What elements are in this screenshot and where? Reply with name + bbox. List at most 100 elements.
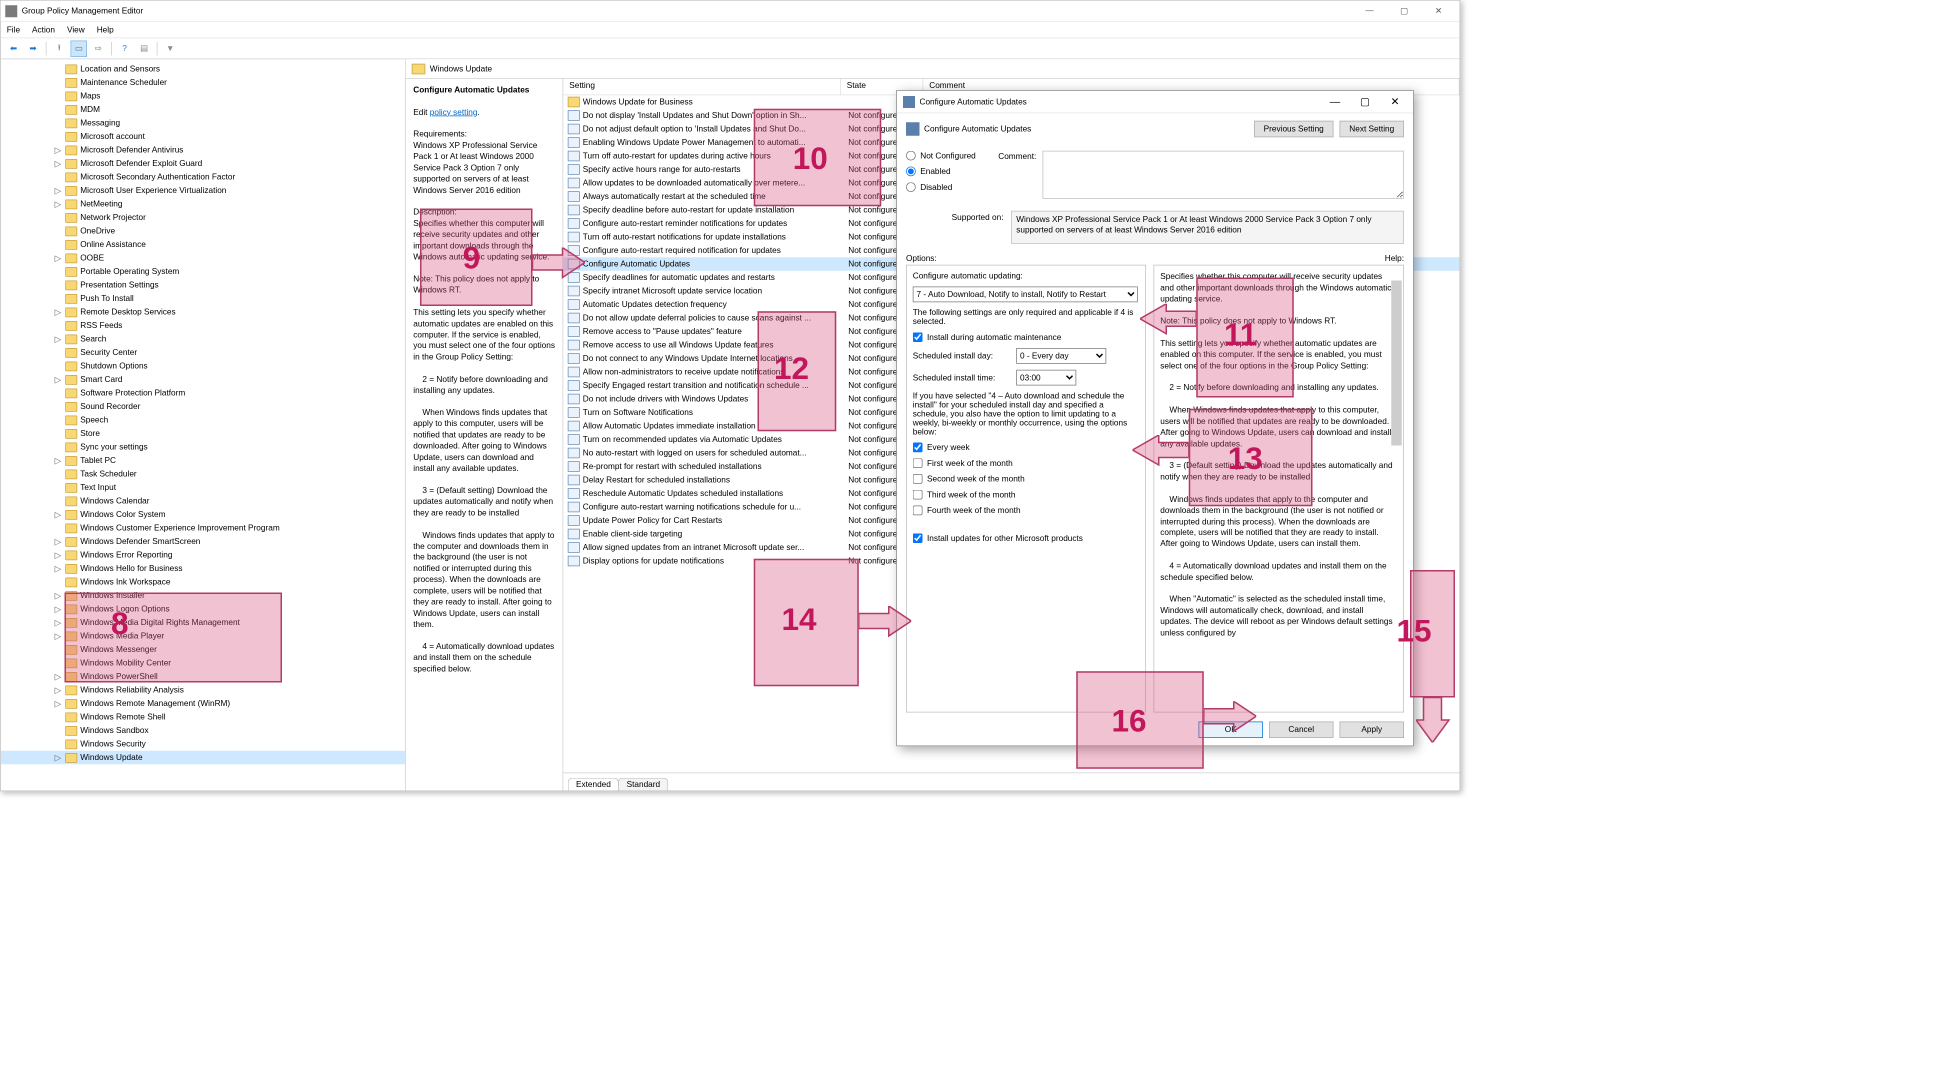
col-setting[interactable]: Setting bbox=[563, 79, 841, 95]
back-button[interactable]: ⬅ bbox=[5, 40, 22, 57]
tree-item[interactable]: Online Assistance bbox=[1, 238, 405, 252]
annotation-13: 13 bbox=[1189, 409, 1313, 507]
tree-item[interactable]: Push To Install bbox=[1, 292, 405, 306]
close-button[interactable]: ✕ bbox=[1422, 6, 1455, 16]
tree-item[interactable]: ▷Search bbox=[1, 332, 405, 346]
tree-item[interactable]: ▷Remote Desktop Services bbox=[1, 305, 405, 319]
annotation-10: 10 bbox=[754, 109, 882, 207]
chk-other-products[interactable]: Install updates for other Microsoft prod… bbox=[913, 533, 1140, 543]
chk-every-week[interactable]: Every week bbox=[913, 443, 1140, 453]
comment-field[interactable] bbox=[1042, 151, 1404, 199]
tree-item[interactable]: Windows Security bbox=[1, 737, 405, 751]
tree-item[interactable]: ▷Windows Hello for Business bbox=[1, 562, 405, 576]
cancel-button[interactable]: Cancel bbox=[1269, 722, 1334, 739]
tree-item[interactable]: Microsoft Secondary Authentication Facto… bbox=[1, 170, 405, 184]
dialog-icon bbox=[903, 96, 915, 108]
previous-setting-button[interactable]: Previous Setting bbox=[1254, 121, 1334, 138]
tree-item[interactable]: Software Protection Platform bbox=[1, 386, 405, 400]
tree-item[interactable]: Presentation Settings bbox=[1, 278, 405, 292]
tree-item[interactable]: Network Projector bbox=[1, 211, 405, 225]
tree-item[interactable]: Windows Customer Experience Improvement … bbox=[1, 521, 405, 535]
install-time-select[interactable]: 03:00 bbox=[1016, 370, 1076, 386]
tree-item[interactable]: Text Input bbox=[1, 481, 405, 495]
menubar: File Action View Help bbox=[1, 22, 1460, 39]
filter-button[interactable]: ▼ bbox=[162, 40, 179, 57]
tree-item[interactable]: Shutdown Options bbox=[1, 359, 405, 373]
apply-button[interactable]: Apply bbox=[1340, 722, 1405, 739]
help-scrollbar[interactable] bbox=[1391, 281, 1402, 446]
install-day-select[interactable]: 0 - Every day bbox=[1016, 348, 1106, 364]
dialog-maximize[interactable]: ▢ bbox=[1350, 95, 1380, 108]
tree-item[interactable]: Store bbox=[1, 427, 405, 441]
description-opt2b: When Windows finds updates that apply to… bbox=[413, 408, 547, 473]
tree-item[interactable]: RSS Feeds bbox=[1, 319, 405, 333]
tree-item[interactable]: ▷Windows Error Reporting bbox=[1, 548, 405, 562]
requirements-text: Windows XP Professional Service Pack 1 o… bbox=[413, 141, 537, 195]
tab-extended[interactable]: Extended bbox=[568, 778, 619, 791]
show-hide-tree-button[interactable]: ▭ bbox=[71, 40, 88, 57]
minimize-button[interactable]: — bbox=[1353, 6, 1386, 16]
window-title: Group Policy Management Editor bbox=[22, 6, 144, 15]
tree-item[interactable]: ▷Microsoft User Experience Virtualizatio… bbox=[1, 184, 405, 198]
tree-item[interactable]: ▷NetMeeting bbox=[1, 197, 405, 211]
tree-item[interactable]: ▷Microsoft Defender Exploit Guard bbox=[1, 157, 405, 171]
options-label: Options: bbox=[906, 254, 937, 263]
tree-item[interactable]: Maintenance Scheduler bbox=[1, 76, 405, 90]
tree-item[interactable]: Portable Operating System bbox=[1, 265, 405, 279]
tree-item[interactable]: Location and Sensors bbox=[1, 62, 405, 76]
dialog-close[interactable]: ✕ bbox=[1380, 95, 1410, 108]
chk-week1[interactable]: First week of the month bbox=[913, 458, 1140, 468]
tree-item[interactable]: Sync your settings bbox=[1, 440, 405, 454]
tree-item[interactable]: Windows Ink Workspace bbox=[1, 575, 405, 589]
tree-item[interactable]: OneDrive bbox=[1, 224, 405, 238]
next-setting-button[interactable]: Next Setting bbox=[1340, 121, 1405, 138]
tree-item[interactable]: Security Center bbox=[1, 346, 405, 360]
tree-item[interactable]: Microsoft account bbox=[1, 130, 405, 144]
supported-text: Windows XP Professional Service Pack 1 o… bbox=[1011, 211, 1404, 244]
tree-item[interactable]: ▷Windows Defender SmartScreen bbox=[1, 535, 405, 549]
chk-maintenance[interactable]: Install during automatic maintenance bbox=[913, 332, 1140, 342]
chk-week3[interactable]: Third week of the month bbox=[913, 490, 1140, 500]
cfg-updating-label: Configure automatic updating: bbox=[913, 272, 1140, 281]
tree-item[interactable]: Windows Calendar bbox=[1, 494, 405, 508]
edit-policy-link[interactable]: policy setting bbox=[430, 108, 478, 117]
tree-item[interactable]: MDM bbox=[1, 103, 405, 117]
cfg-updating-select[interactable]: 7 - Auto Download, Notify to install, No… bbox=[913, 287, 1138, 303]
tree-item[interactable]: ▷Microsoft Defender Antivirus bbox=[1, 143, 405, 157]
chk-week2[interactable]: Second week of the month bbox=[913, 474, 1140, 484]
menu-action[interactable]: Action bbox=[32, 25, 55, 34]
tree-item[interactable]: ▷Windows Remote Management (WinRM) bbox=[1, 697, 405, 711]
menu-view[interactable]: View bbox=[67, 25, 85, 34]
radio-disabled[interactable]: Disabled bbox=[906, 182, 976, 192]
tree-item[interactable]: ▷Windows Update bbox=[1, 751, 405, 765]
tree-item[interactable]: ▷Windows Reliability Analysis bbox=[1, 683, 405, 697]
tree-item[interactable]: ▷Windows Color System bbox=[1, 508, 405, 522]
tree-item[interactable]: Windows Remote Shell bbox=[1, 710, 405, 724]
properties-button[interactable]: ▤ bbox=[136, 40, 153, 57]
description-opt3b: Windows finds updates that apply to the … bbox=[413, 531, 554, 629]
tree-item[interactable]: ▷Tablet PC bbox=[1, 454, 405, 468]
radio-enabled[interactable]: Enabled bbox=[906, 167, 976, 177]
tree-item[interactable]: Maps bbox=[1, 89, 405, 103]
tree-item[interactable]: ▷Smart Card bbox=[1, 373, 405, 387]
menu-file[interactable]: File bbox=[7, 25, 20, 34]
arrow-9 bbox=[533, 248, 586, 286]
up-button[interactable]: ⭱ bbox=[51, 40, 68, 57]
forward-button[interactable]: ➡ bbox=[25, 40, 42, 57]
radio-not-configured[interactable]: Not Configured bbox=[906, 151, 976, 161]
install-day-label: Scheduled install day: bbox=[913, 351, 1011, 360]
help-button[interactable]: ? bbox=[116, 40, 133, 57]
tab-standard[interactable]: Standard bbox=[618, 778, 668, 791]
view-tabs: Extended Standard bbox=[563, 773, 1459, 791]
tree-item[interactable]: ▷OOBE bbox=[1, 251, 405, 265]
menu-help[interactable]: Help bbox=[97, 25, 114, 34]
tree-item[interactable]: Speech bbox=[1, 413, 405, 427]
chk-week4[interactable]: Fourth week of the month bbox=[913, 506, 1140, 516]
dialog-minimize[interactable]: — bbox=[1320, 95, 1350, 108]
tree-item[interactable]: Messaging bbox=[1, 116, 405, 130]
tree-item[interactable]: Task Scheduler bbox=[1, 467, 405, 481]
tree-item[interactable]: Windows Sandbox bbox=[1, 724, 405, 738]
maximize-button[interactable]: ▢ bbox=[1388, 6, 1421, 16]
tree-item[interactable]: Sound Recorder bbox=[1, 400, 405, 414]
export-button[interactable]: ⇨ bbox=[90, 40, 107, 57]
